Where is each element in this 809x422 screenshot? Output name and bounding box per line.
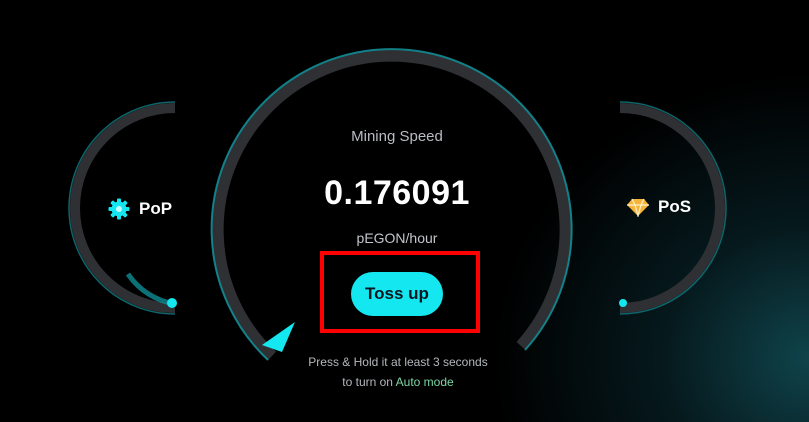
hint-line-2: to turn on Auto mode: [248, 372, 548, 392]
mining-speed-value: 0.176091: [324, 174, 470, 212]
mining-speed-title: Mining Speed: [351, 128, 443, 145]
pop-label-text: PoP: [139, 199, 173, 218]
toss-up-button[interactable]: Toss up: [351, 272, 443, 316]
hint-line-1: Press & Hold it at least 3 seconds: [308, 355, 488, 369]
hint-line-2-prefix: to turn on: [342, 375, 393, 389]
pop-gauge-knob: [167, 298, 177, 308]
pop-mode-selector[interactable]: PoP: [107, 197, 172, 221]
gear-badge-icon: [107, 197, 131, 221]
auto-mode-link[interactable]: Auto mode: [396, 375, 454, 389]
mining-speed-unit: pEGON/hour: [356, 230, 438, 246]
pos-label-text: PoS: [658, 197, 692, 216]
diamond-icon: [626, 197, 650, 217]
auto-mode-hint: Press & Hold it at least 3 seconds to tu…: [248, 352, 548, 392]
pos-mode-selector[interactable]: PoS: [626, 197, 691, 217]
pos-gauge-knob: [619, 299, 627, 307]
